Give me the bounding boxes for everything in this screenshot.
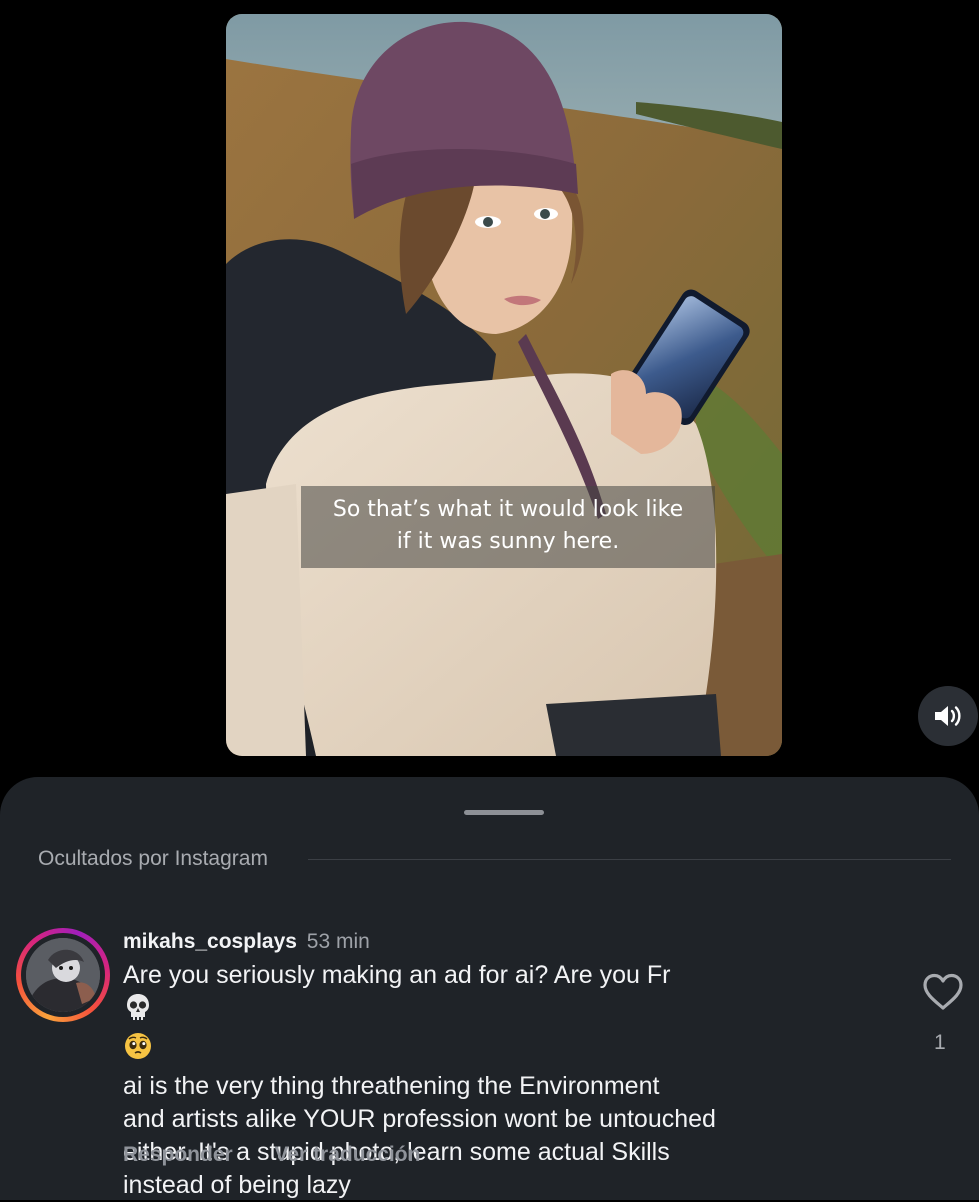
like-count: 1 [934, 1031, 946, 1054]
divider [307, 858, 951, 860]
pleading-face-emoji [123, 1031, 868, 1070]
video-player[interactable]: So that’s what it would look like if it … [226, 14, 782, 756]
like-button[interactable] [921, 972, 965, 1012]
comments-sheet: Ocultados por Instagram mikahs_cosplays … [0, 777, 979, 1200]
skull-emoji [123, 992, 868, 1031]
heart-icon [923, 973, 963, 1010]
reply-button[interactable]: Responder [123, 1143, 233, 1166]
profile-picture-illustration [26, 938, 100, 1012]
comment-username[interactable]: mikahs_cosplays [123, 930, 297, 953]
see-translation-button[interactable]: Ver traducción [275, 1143, 421, 1166]
comment-timestamp: 53 min [306, 930, 370, 953]
comment-line-3: and artists alike YOUR profession wont b… [123, 1105, 716, 1133]
comment-actions: Responder Ver traducción [123, 1143, 456, 1167]
video-caption: So that’s what it would look like if it … [301, 486, 715, 568]
caption-line-2: if it was sunny here. [396, 529, 620, 554]
hidden-comments-header[interactable]: Ocultados por Instagram [38, 847, 951, 871]
caption-line-1: So that’s what it would look like [332, 497, 684, 522]
comment-line-5: instead of being lazy [123, 1171, 351, 1199]
speaker-sound-icon [935, 706, 961, 726]
hidden-by-instagram-label: Ocultados por Instagram [38, 847, 268, 870]
video-frame-illustration [226, 14, 782, 756]
avatar[interactable] [16, 928, 110, 1022]
sheet-drag-handle[interactable] [464, 810, 544, 815]
comment-line-2: ai is the very thing threathening the En… [123, 1031, 868, 1103]
comment-header: mikahs_cosplays 53 min [123, 927, 883, 957]
avatar-image [26, 938, 100, 1012]
sound-toggle-button[interactable] [918, 686, 978, 746]
comment-line-1: Are you seriously making an ad for ai? A… [123, 959, 868, 1031]
